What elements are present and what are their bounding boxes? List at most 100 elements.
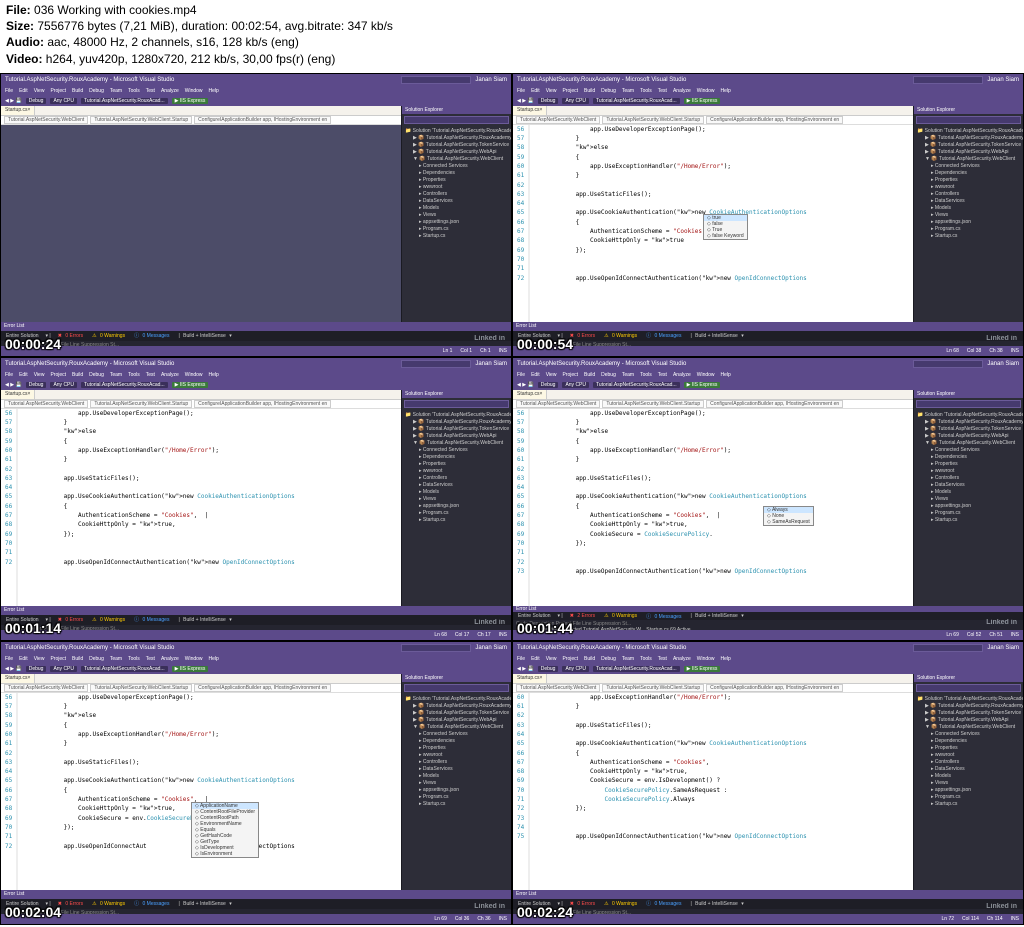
- menu-test[interactable]: Test: [658, 656, 667, 662]
- menu-window[interactable]: Window: [697, 656, 715, 662]
- vs-menubar[interactable]: FileEditViewProjectBuildDebugTeamToolsTe…: [1, 654, 511, 664]
- solution-explorer[interactable]: Solution Explorer 📁 Solution 'Tutorial.A…: [401, 390, 511, 606]
- vs-menubar[interactable]: FileEditViewProjectBuildDebugTeamToolsTe…: [1, 86, 511, 96]
- menu-team[interactable]: Team: [110, 656, 122, 662]
- menu-analyze[interactable]: Analyze: [161, 88, 179, 94]
- solution-tree[interactable]: 📁 Solution 'Tutorial.AspNetSecurity.Roux…: [402, 410, 511, 606]
- warnings-count[interactable]: ⚠ 0 Warnings: [602, 333, 641, 339]
- iis-express-button[interactable]: ▶ IIS Express: [172, 382, 209, 388]
- code-text[interactable]: app.UseDeveloperExceptionPage(); } "kw">…: [18, 409, 297, 606]
- menu-build[interactable]: Build: [72, 372, 83, 378]
- vs-menubar[interactable]: FileEditViewProjectBuildDebugTeamToolsTe…: [513, 654, 1023, 664]
- menu-edit[interactable]: Edit: [19, 372, 28, 378]
- menu-file[interactable]: File: [5, 656, 13, 662]
- menu-window[interactable]: Window: [185, 372, 203, 378]
- menu-view[interactable]: View: [546, 656, 557, 662]
- solution-tree[interactable]: 📁 Solution 'Tutorial.AspNetSecurity.Roux…: [402, 694, 511, 890]
- menu-edit[interactable]: Edit: [531, 372, 540, 378]
- menu-file[interactable]: File: [5, 88, 13, 94]
- code-breadcrumb[interactable]: Tutorial.AspNetSecurity.WebClient Tutori…: [513, 684, 913, 693]
- editor-tabs[interactable]: Startup.cs ×: [1, 106, 401, 116]
- errors-count[interactable]: ✖ 2 Errors: [568, 613, 599, 619]
- code-breadcrumb[interactable]: Tutorial.AspNetSecurity.WebClient Tutori…: [513, 400, 913, 409]
- menu-help[interactable]: Help: [721, 372, 731, 378]
- code-editor[interactable]: Startup.cs × Tutorial.AspNetSecurity.Web…: [513, 390, 913, 606]
- solution-search-input[interactable]: [916, 400, 1021, 408]
- vs-menubar[interactable]: FileEditViewProjectBuildDebugTeamToolsTe…: [513, 86, 1023, 96]
- vs-toolbar[interactable]: ◀ ▶ 💾 Debug Any CPU Tutorial.AspNetSecur…: [1, 664, 511, 674]
- menu-analyze[interactable]: Analyze: [161, 372, 179, 378]
- warnings-count[interactable]: ⚠ 0 Warnings: [90, 333, 129, 339]
- menu-help[interactable]: Help: [721, 88, 731, 94]
- warnings-count[interactable]: ⚠ 0 Warnings: [90, 617, 129, 623]
- menu-test[interactable]: Test: [658, 372, 667, 378]
- vs-menubar[interactable]: FileEditViewProjectBuildDebugTeamToolsTe…: [1, 370, 511, 380]
- menu-file[interactable]: File: [517, 88, 525, 94]
- solution-explorer[interactable]: Solution Explorer 📁 Solution 'Tutorial.A…: [913, 106, 1023, 322]
- menu-debug[interactable]: Debug: [89, 372, 104, 378]
- solution-tree[interactable]: 📁 Solution 'Tutorial.AspNetSecurity.Roux…: [914, 126, 1023, 322]
- menu-build[interactable]: Build: [72, 88, 83, 94]
- tab-startup[interactable]: Startup.cs ×: [1, 106, 35, 115]
- code-breadcrumb[interactable]: Tutorial.AspNetSecurity.WebClient Tutori…: [513, 116, 913, 125]
- solution-explorer[interactable]: Solution Explorer 📁 Solution 'Tutorial.A…: [401, 674, 511, 890]
- menu-debug[interactable]: Debug: [89, 88, 104, 94]
- menu-analyze[interactable]: Analyze: [161, 656, 179, 662]
- code-breadcrumb[interactable]: Tutorial.AspNetSecurity.WebClient Tutori…: [1, 684, 401, 693]
- messages-count[interactable]: ⓘ 0 Messages: [132, 616, 173, 623]
- vs-menubar[interactable]: FileEditViewProjectBuildDebugTeamToolsTe…: [513, 370, 1023, 380]
- tab-startup[interactable]: Startup.cs ×: [1, 674, 35, 683]
- messages-count[interactable]: ⓘ 0 Messages: [644, 613, 685, 620]
- menu-help[interactable]: Help: [209, 656, 219, 662]
- tab-startup[interactable]: Startup.cs ×: [513, 390, 547, 399]
- menu-view[interactable]: View: [34, 372, 45, 378]
- solution-search-input[interactable]: [404, 400, 509, 408]
- vs-toolbar[interactable]: ◀ ▶ 💾 Debug Any CPU Tutorial.AspNetSecur…: [513, 664, 1023, 674]
- menu-analyze[interactable]: Analyze: [673, 656, 691, 662]
- code-editor[interactable]: Startup.cs × Tutorial.AspNetSecurity.Web…: [1, 390, 401, 606]
- quick-launch-input[interactable]: [401, 76, 471, 84]
- menu-build[interactable]: Build: [584, 88, 595, 94]
- intellisense-popup[interactable]: ◇ true◇ false◇ True◇ false Keyword: [703, 214, 748, 240]
- editor-tabs[interactable]: Startup.cs ×: [513, 674, 913, 684]
- warnings-count[interactable]: ⚠ 0 Warnings: [90, 901, 129, 907]
- menu-edit[interactable]: Edit: [19, 88, 28, 94]
- iis-express-button[interactable]: ▶ IIS Express: [172, 98, 209, 104]
- editor-tabs[interactable]: Startup.cs ×: [513, 390, 913, 400]
- menu-build[interactable]: Build: [72, 656, 83, 662]
- menu-tools[interactable]: Tools: [640, 372, 652, 378]
- quick-launch-input[interactable]: [401, 360, 471, 368]
- vs-toolbar[interactable]: ◀ ▶ 💾 Debug Any CPU Tutorial.AspNetSecur…: [513, 96, 1023, 106]
- menu-build[interactable]: Build: [584, 372, 595, 378]
- menu-edit[interactable]: Edit: [531, 656, 540, 662]
- vs-toolbar[interactable]: ◀ ▶ 💾 Debug Any CPU Tutorial.AspNetSecur…: [1, 96, 511, 106]
- vs-toolbar[interactable]: ◀ ▶ 💾 Debug Any CPU Tutorial.AspNetSecur…: [513, 380, 1023, 390]
- quick-launch-input[interactable]: [913, 76, 983, 84]
- menu-window[interactable]: Window: [697, 372, 715, 378]
- solution-explorer[interactable]: Solution Explorer 📁 Solution 'Tutorial.A…: [913, 390, 1023, 606]
- menu-project[interactable]: Project: [50, 372, 66, 378]
- error-filter-bar[interactable]: Entire Solution ▾ | ✖ 0 Errors ⚠ 0 Warni…: [1, 331, 511, 341]
- iis-express-button[interactable]: ▶ IIS Express: [684, 382, 721, 388]
- iis-express-button[interactable]: ▶ IIS Express: [172, 666, 209, 672]
- menu-debug[interactable]: Debug: [601, 88, 616, 94]
- menu-build[interactable]: Build: [584, 656, 595, 662]
- menu-view[interactable]: View: [546, 88, 557, 94]
- menu-team[interactable]: Team: [622, 372, 634, 378]
- menu-team[interactable]: Team: [622, 656, 634, 662]
- error-filter-bar[interactable]: Entire Solution ▾ | ✖ 0 Errors ⚠ 0 Warni…: [513, 331, 1023, 341]
- menu-project[interactable]: Project: [562, 656, 578, 662]
- menu-tools[interactable]: Tools: [128, 656, 140, 662]
- menu-team[interactable]: Team: [622, 88, 634, 94]
- menu-debug[interactable]: Debug: [601, 656, 616, 662]
- vs-toolbar[interactable]: ◀ ▶ 💾 Debug Any CPU Tutorial.AspNetSecur…: [1, 380, 511, 390]
- tab-startup[interactable]: Startup.cs ×: [513, 106, 547, 115]
- menu-view[interactable]: View: [546, 372, 557, 378]
- menu-help[interactable]: Help: [209, 88, 219, 94]
- warnings-count[interactable]: ⚠ 0 Warnings: [602, 613, 641, 619]
- menu-debug[interactable]: Debug: [89, 656, 104, 662]
- solution-explorer[interactable]: Solution Explorer 📁 Solution 'Tutorial.A…: [913, 674, 1023, 890]
- menu-analyze[interactable]: Analyze: [673, 88, 691, 94]
- messages-count[interactable]: ⓘ 0 Messages: [132, 900, 173, 907]
- solution-explorer[interactable]: Solution Explorer 📁 Solution 'Tutorial.A…: [401, 106, 511, 322]
